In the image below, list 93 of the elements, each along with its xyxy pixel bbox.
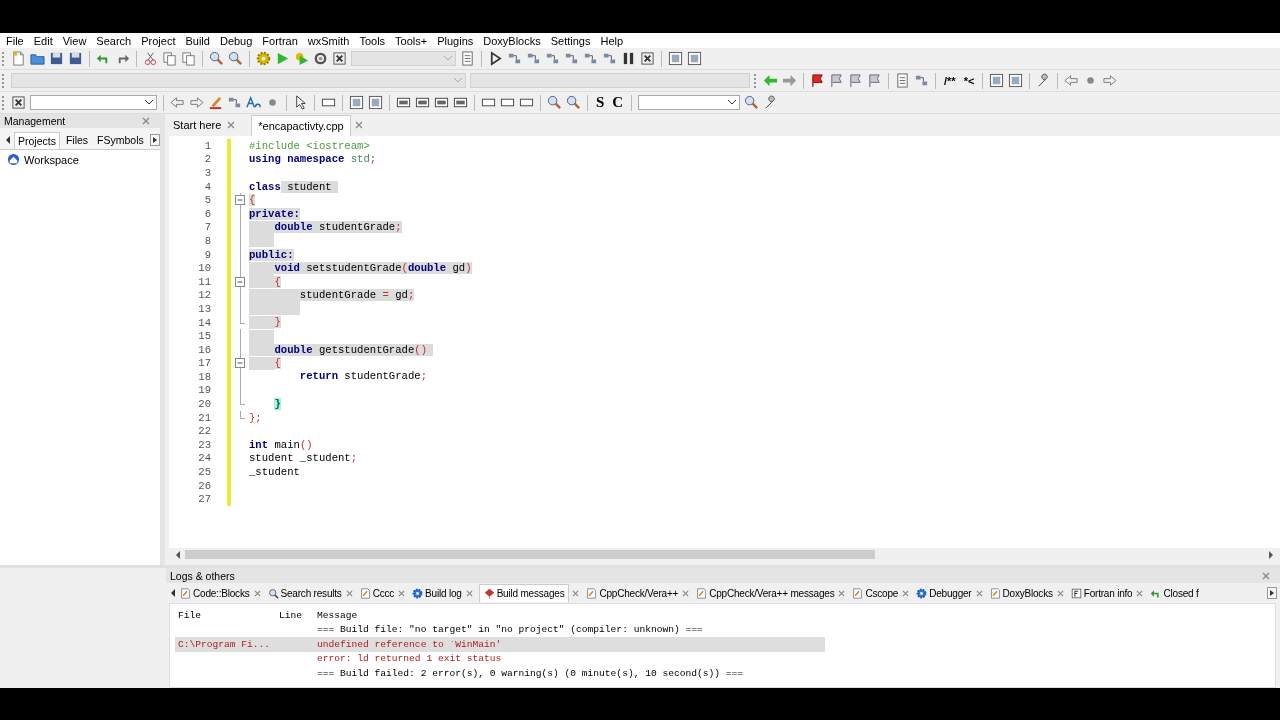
log-tab[interactable]: Closed f — [1149, 585, 1200, 601]
line-comment-button[interactable]: *< — [961, 74, 977, 87]
message-row[interactable]: C:\Program Fi... undefined reference to `WinMain' — [175, 637, 825, 652]
menu-item[interactable]: Build — [185, 34, 215, 47]
log-tab[interactable]: Code::Blocks — [179, 585, 251, 601]
panel-tab[interactable]: Projects — [14, 131, 60, 149]
table-cell: C:\Program Fi... — [178, 638, 271, 650]
line-number: 11 — [197, 275, 211, 288]
doc-comment-button[interactable]: /** — [942, 74, 958, 87]
code-line: return studentGrade; — [298, 370, 427, 384]
log-tab[interactable]: Build messages — [478, 584, 570, 602]
c-button[interactable]: C — [610, 94, 626, 111]
line-number: 16 — [197, 343, 211, 356]
log-tab[interactable]: Cccc — [358, 585, 396, 601]
line-number: 6 — [203, 207, 211, 220]
line-number: 21 — [197, 411, 211, 424]
line-number: 14 — [197, 316, 211, 329]
panel-tab[interactable]: FSymbols — [94, 132, 147, 148]
menu-item[interactable]: Help — [600, 34, 629, 47]
column-header[interactable]: Message — [314, 609, 825, 621]
panel-title: Logs & others — [170, 569, 235, 582]
code-line: double studentGrade; — [249, 220, 402, 234]
menu-item[interactable]: Tools — [359, 34, 391, 47]
menu-item[interactable]: Debug — [219, 34, 258, 47]
table-cell: error: ld returned 1 exit status — [317, 653, 502, 665]
line-number: 24 — [197, 452, 211, 465]
line-number: 13 — [197, 302, 211, 315]
line-number: 17 — [197, 357, 211, 370]
menu-item[interactable]: Tools+ — [395, 34, 433, 47]
menu-item[interactable]: File — [6, 34, 29, 47]
panel-tab[interactable]: Files — [62, 132, 92, 148]
line-number: 9 — [203, 248, 211, 261]
code-line: void setstudentGrade(double gd) — [249, 261, 472, 275]
editor-tab[interactable]: Start here — [171, 116, 224, 134]
code-line: class student — [249, 180, 338, 193]
log-tab[interactable]: Cscope — [851, 585, 900, 601]
code-line: } — [249, 316, 281, 329]
line-number: 26 — [197, 479, 211, 492]
panel-title: Management — [4, 115, 66, 127]
table-cell: undefined reference to `WinMain' — [317, 638, 502, 650]
line-number: 1 — [203, 139, 211, 152]
line-number: 15 — [197, 330, 211, 343]
code-line: int main() — [249, 438, 313, 451]
line-number: 19 — [197, 384, 211, 397]
log-tab[interactable]: Debugger — [915, 585, 973, 601]
code-line: { — [249, 275, 281, 289]
line-number: 12 — [197, 289, 211, 302]
message-row[interactable]: === Build failed: 2 error(s), 0 warning(s) (0 minute(s), 10 second(s)) === — [175, 666, 825, 681]
column-header[interactable]: File — [175, 609, 276, 621]
line-number: 18 — [197, 370, 211, 383]
menu-item[interactable]: Search — [96, 34, 137, 47]
code-line: student _student; — [249, 452, 358, 465]
log-tab[interactable]: DoxyBlocks — [988, 585, 1054, 601]
line-number: 23 — [197, 438, 211, 451]
code-line: studentGrade = gd; — [249, 288, 415, 302]
table-cell: === Build failed: 2 error(s), 0 warning(s) (0 minute(s), 10 second(s)) === — [317, 667, 744, 679]
code-line: }; — [249, 411, 262, 424]
code-line: #include <iostream> — [249, 139, 370, 152]
line-number: 4 — [203, 180, 211, 193]
log-tab[interactable]: Fortran info — [1069, 585, 1134, 601]
line-number: 27 — [197, 493, 211, 506]
log-tab[interactable]: CppCheck/Vera++ — [585, 585, 680, 601]
tree-item[interactable]: Workspace — [24, 153, 79, 166]
message-row[interactable]: error: ld returned 1 exit status — [175, 651, 825, 666]
column-header[interactable]: Line — [276, 609, 314, 621]
line-number: 22 — [197, 425, 211, 438]
menu-item[interactable]: Edit — [33, 34, 58, 47]
line-number: 8 — [203, 234, 211, 247]
table-cell: === Build file: "no target" in "no project" (compiler: unknown) === — [317, 624, 703, 636]
line-number: 2 — [203, 153, 211, 166]
log-tab[interactable]: CppCheck/Vera++ messages — [695, 585, 836, 601]
menu-item[interactable]: Plugins — [437, 34, 479, 47]
line-number: 3 — [203, 167, 211, 179]
editor-tab[interactable]: *encapactivty.cpp — [251, 114, 351, 136]
menu-item[interactable]: Project — [141, 34, 181, 47]
message-row[interactable]: === Build file: "no target" in "no project" (compiler: unknown) === — [175, 622, 825, 637]
code-line: _student — [249, 466, 300, 479]
menu-item[interactable]: DoxyBlocks — [483, 34, 546, 47]
line-number: 25 — [197, 466, 211, 479]
s-button[interactable]: S — [594, 94, 607, 111]
code-line: using namespace std; — [249, 153, 377, 166]
log-tab[interactable]: Search results — [266, 585, 343, 601]
menu-item[interactable]: Fortran — [262, 34, 303, 47]
line-number: 5 — [203, 194, 211, 207]
code-line: { — [249, 356, 281, 370]
log-tab[interactable]: Build log — [411, 585, 463, 601]
code-line: double getstudentGrade() — [249, 343, 434, 357]
line-number: 7 — [203, 221, 211, 234]
line-number: 20 — [197, 398, 211, 411]
line-number: 10 — [197, 262, 211, 275]
menu-item[interactable]: Settings — [550, 34, 596, 47]
menu-item[interactable]: View — [62, 34, 92, 47]
menu-item[interactable]: wxSmith — [307, 34, 355, 47]
